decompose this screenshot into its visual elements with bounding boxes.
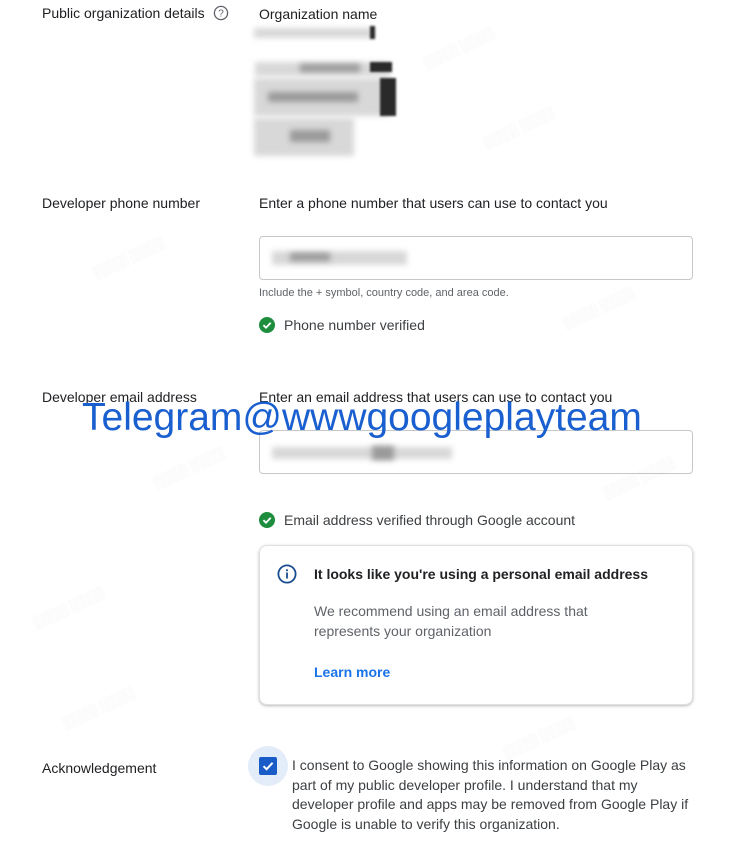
phone-hint: Include the + symbol, country code, and … xyxy=(259,287,509,299)
info-icon xyxy=(277,564,297,589)
email-verified: Email address verified through Google ac… xyxy=(259,512,575,528)
checkmark-icon xyxy=(262,762,274,771)
telegram-overlay-text: Telegram@wwwgoogleplayteam xyxy=(82,396,642,439)
phone-verified-text: Phone number verified xyxy=(284,317,425,333)
phone-verified: Phone number verified xyxy=(259,317,425,333)
public-details-label: Public organization details ? xyxy=(42,5,229,24)
check-circle-icon xyxy=(259,512,275,528)
consent-checkbox[interactable] xyxy=(248,746,288,786)
check-circle-icon xyxy=(259,317,275,333)
info-card-title: It looks like you're using a personal em… xyxy=(314,566,649,582)
email-verified-text: Email address verified through Google ac… xyxy=(284,512,576,528)
learn-more-link[interactable]: Learn more xyxy=(314,664,390,680)
personal-email-info-card: It looks like you're using a personal em… xyxy=(259,545,693,705)
phone-prompt: Enter a phone number that users can use … xyxy=(259,195,608,211)
phone-input[interactable] xyxy=(259,236,693,280)
svg-text:?: ? xyxy=(218,9,224,20)
org-name-title: Organization name xyxy=(259,6,378,22)
info-card-body: We recommend using an email address that… xyxy=(314,603,588,639)
phone-label: Developer phone number xyxy=(42,195,200,211)
help-icon[interactable]: ? xyxy=(213,5,229,24)
public-details-text: Public organization details xyxy=(42,5,205,22)
consent-text: I consent to Google showing this informa… xyxy=(292,757,689,832)
acknowledgement-label: Acknowledgement xyxy=(42,760,157,776)
